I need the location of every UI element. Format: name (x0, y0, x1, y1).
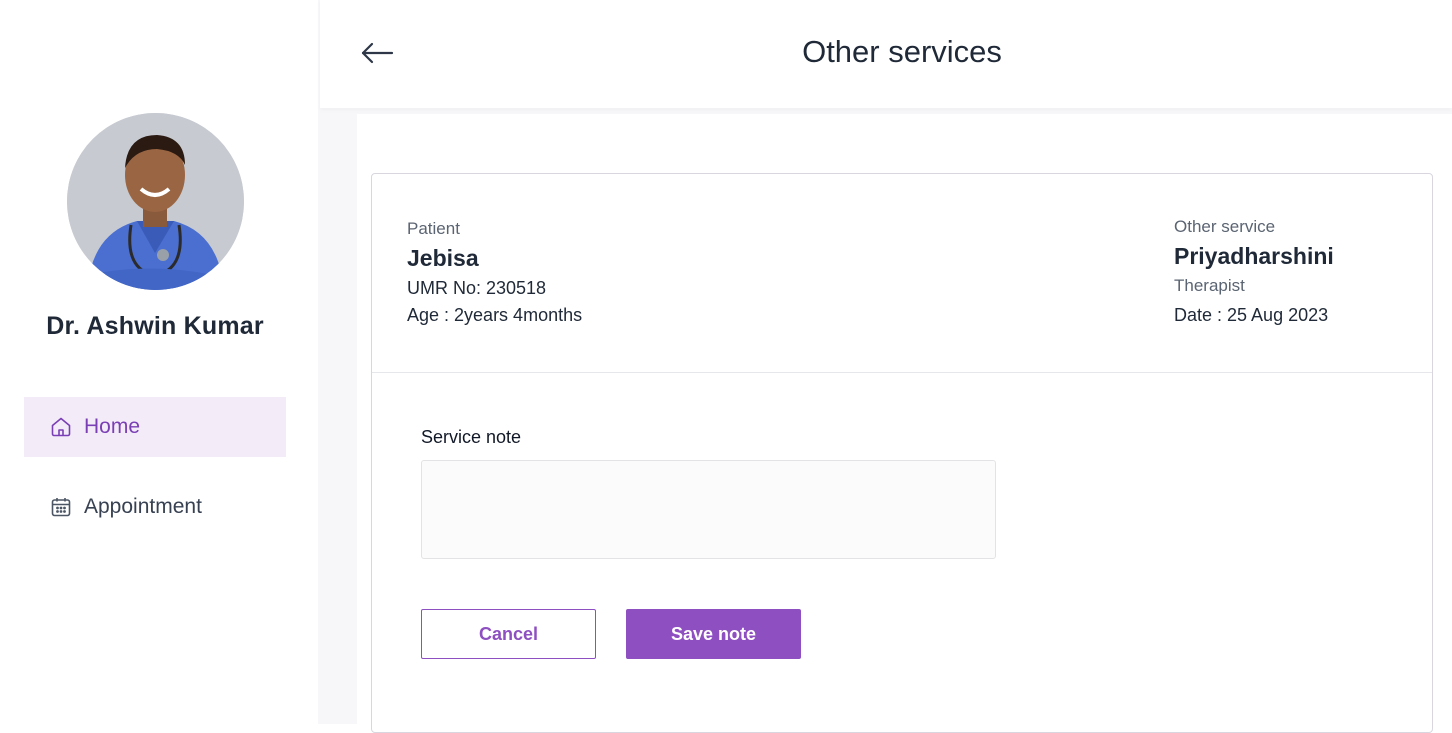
patient-info: Patient Jebisa UMR No: 230518 Age : 2yea… (407, 219, 582, 326)
home-icon (49, 415, 73, 439)
service-note-input[interactable] (421, 460, 996, 559)
service-date: Date : 25 Aug 2023 (1174, 305, 1329, 325)
top-bar: Other services (320, 0, 1452, 108)
sidebar: Dr. Ashwin Kumar Home Appointment (0, 0, 318, 724)
sidebar-item-label: Appointment (84, 495, 202, 518)
service-provider-role: Therapist (1174, 276, 1245, 295)
avatar-image (67, 113, 244, 290)
sidebar-item-label: Home (84, 415, 141, 438)
service-info: Other service Priyadharshini Therapist D… (1174, 217, 1334, 326)
doctor-name: Dr. Ashwin Kumar (46, 312, 264, 340)
calendar-icon (49, 495, 73, 519)
service-provider-name: Priyadharshini (1174, 243, 1334, 269)
service-label: Other service (1174, 217, 1276, 236)
save-note-button[interactable]: Save note (626, 609, 801, 659)
patient-umr: UMR No: 230518 (407, 278, 547, 298)
sidebar-item-home[interactable]: Home (24, 397, 286, 457)
service-card: Patient Jebisa UMR No: 230518 Age : 2yea… (371, 173, 1433, 733)
card-divider (372, 372, 1432, 373)
patient-label: Patient (407, 219, 460, 238)
sidebar-item-appointment[interactable]: Appointment (24, 477, 286, 537)
page-title: Other services (802, 34, 1002, 69)
avatar (67, 113, 244, 290)
service-note-label: Service note (421, 427, 522, 447)
cancel-button[interactable]: Cancel (421, 609, 596, 659)
patient-name: Jebisa (407, 245, 479, 271)
patient-age: Age : 2years 4months (407, 305, 583, 325)
